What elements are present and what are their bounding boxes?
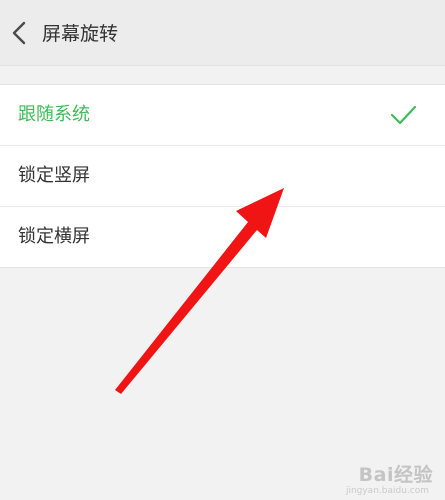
watermark-brand: Bai经验 — [358, 464, 433, 486]
chevron-left-icon[interactable] — [8, 18, 32, 48]
option-lock-landscape[interactable]: 锁定横屏 — [0, 206, 445, 267]
rotation-options-list: 跟随系统 锁定竖屏 锁定横屏 — [0, 84, 445, 268]
option-label: 跟随系统 — [18, 104, 90, 125]
watermark-url: jingyan.baidu.com — [345, 486, 429, 496]
page-title: 屏幕旋转 — [42, 23, 119, 45]
option-label: 锁定竖屏 — [18, 165, 90, 186]
option-follow-system[interactable]: 跟随系统 — [0, 85, 445, 145]
option-label: 锁定横屏 — [18, 226, 90, 247]
checkmark-icon — [390, 105, 417, 125]
top-bar: 屏幕旋转 — [0, 0, 445, 66]
watermark: Bai经验 jingyan.baidu.com — [317, 458, 437, 496]
option-lock-portrait[interactable]: 锁定竖屏 — [0, 145, 445, 206]
